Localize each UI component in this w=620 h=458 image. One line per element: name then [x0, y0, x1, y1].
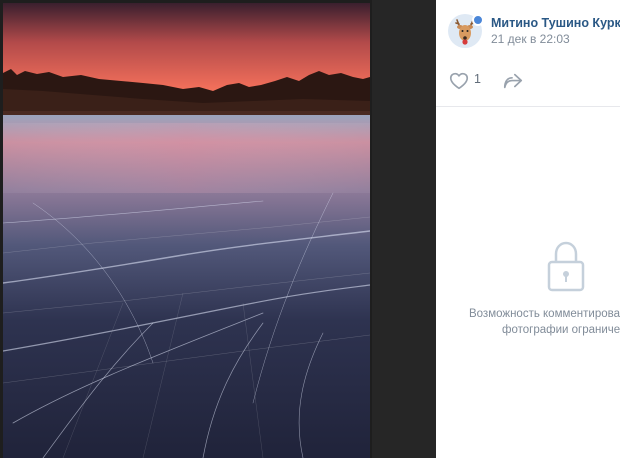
lock-icon	[547, 241, 585, 292]
verified-badge-icon	[472, 14, 484, 26]
viewer-gap	[372, 0, 436, 458]
photo-viewer: Митино Тушино Куркино 21 дек в 22:03 1	[0, 0, 620, 458]
comments-closed-text-line2: фотографии ограничен	[502, 324, 620, 336]
post-date[interactable]: 21 дек в 22:03	[491, 32, 570, 46]
post-actions: 1	[436, 56, 620, 107]
like-button[interactable]: 1	[448, 70, 482, 92]
post-side-panel: Митино Тушино Куркино 21 дек в 22:03 1	[436, 0, 620, 458]
author-name-link[interactable]: Митино Тушино Куркино	[491, 16, 620, 30]
photo-frozen-lake-sunset[interactable]	[3, 3, 370, 458]
heart-icon	[449, 72, 469, 90]
photo-area	[0, 0, 372, 458]
like-count: 1	[474, 72, 481, 86]
share-arrow-icon	[503, 73, 523, 89]
post-author: Митино Тушино Куркино 21 дек в 22:03	[448, 14, 620, 50]
comments-closed-text-line1: Возможность комментирован	[469, 308, 620, 320]
share-button[interactable]	[502, 70, 524, 92]
